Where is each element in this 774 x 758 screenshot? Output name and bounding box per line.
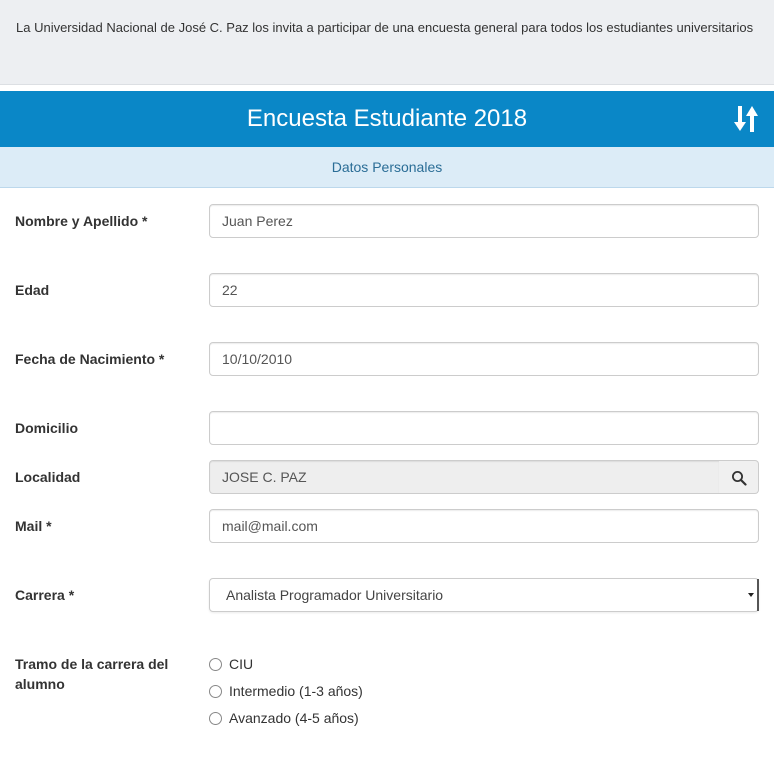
- section-datos-personales[interactable]: Datos Personales: [0, 147, 774, 188]
- nombre-label: Nombre y Apellido *: [15, 213, 148, 229]
- survey-title: Encuesta Estudiante 2018: [246, 105, 528, 132]
- domicilio-input[interactable]: [209, 411, 759, 445]
- fecha-nacimiento-label: Fecha de Nacimiento *: [15, 351, 165, 367]
- localidad-search-button[interactable]: [719, 460, 759, 494]
- carrera-select[interactable]: Analista Programador Universitario: [209, 578, 759, 612]
- select-edge: [757, 579, 759, 611]
- carrera-selected-value: Analista Programador Universitario: [226, 587, 444, 603]
- radio-button[interactable]: [209, 712, 222, 725]
- radio-button[interactable]: [209, 685, 222, 698]
- tramo-option-avanzado[interactable]: Avanzado (4-5 años): [209, 708, 359, 728]
- sort-arrows-icon: [734, 106, 758, 132]
- fecha-nacimiento-input[interactable]: 10/10/2010: [209, 342, 759, 376]
- mail-label: Mail *: [15, 518, 52, 534]
- nombre-input[interactable]: Juan Perez: [209, 204, 759, 238]
- tramo-label-line2: alumno: [15, 676, 65, 692]
- section-title: Datos Personales: [331, 159, 443, 175]
- tramo-option-ciu[interactable]: CIU: [209, 654, 253, 674]
- chevron-down-icon: [748, 593, 754, 597]
- tramo-option-label: Intermedio (1-3 años): [229, 683, 363, 699]
- edad-label: Edad: [15, 282, 50, 298]
- sort-toggle-button[interactable]: [732, 103, 762, 135]
- search-icon: [732, 471, 747, 486]
- carrera-label: Carrera *: [15, 587, 75, 603]
- tramo-label-line1: Tramo de la carrera del: [15, 656, 169, 672]
- tramo-option-label: CIU: [229, 656, 254, 672]
- localidad-input: JOSE C. PAZ: [209, 460, 720, 494]
- domicilio-label: Domicilio: [15, 420, 79, 436]
- intro-text: La Universidad Nacional de José C. Paz l…: [16, 20, 754, 35]
- mail-input[interactable]: mail@mail.com: [209, 509, 759, 543]
- edad-input[interactable]: 22: [209, 273, 759, 307]
- intro-banner: La Universidad Nacional de José C. Paz l…: [0, 0, 774, 85]
- survey-header: Encuesta Estudiante 2018: [0, 91, 774, 147]
- localidad-label: Localidad: [15, 469, 81, 485]
- radio-button[interactable]: [209, 658, 222, 671]
- tramo-option-label: Avanzado (4-5 años): [229, 710, 359, 726]
- tramo-option-intermedio[interactable]: Intermedio (1-3 años): [209, 681, 363, 701]
